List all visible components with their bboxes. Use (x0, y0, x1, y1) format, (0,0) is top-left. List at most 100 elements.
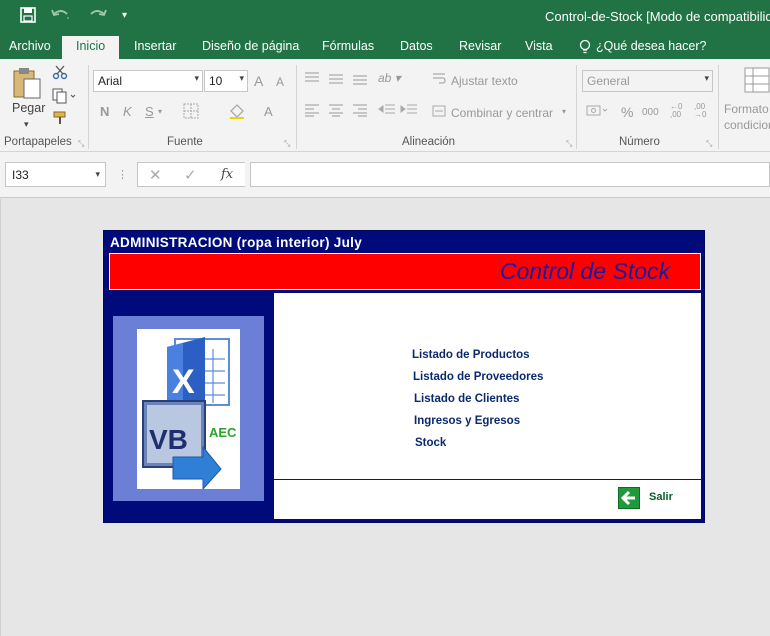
menu-item-listado-productos[interactable]: Listado de Productos (412, 349, 530, 361)
underline-dropdown-icon[interactable]: ▾ (158, 107, 162, 116)
percent-button[interactable]: % (621, 104, 633, 120)
increase-indent-icon[interactable] (400, 103, 418, 120)
align-center-icon[interactable] (328, 103, 344, 120)
name-box[interactable]: I33 ▾ (5, 162, 106, 187)
name-box-value: I33 (12, 168, 29, 182)
menu-item-stock[interactable]: Stock (415, 437, 446, 449)
ribbon-tab-bar: Archivo Inicio Insertar Diseño de página… (0, 33, 770, 59)
redo-icon[interactable] (86, 6, 108, 30)
tab-insertar[interactable]: Insertar (134, 39, 176, 53)
separator (296, 65, 297, 149)
paste-dropdown-icon[interactable]: ▾ (24, 119, 29, 130)
bottom-align-icon[interactable] (352, 71, 368, 88)
customize-qat-icon[interactable]: ▾ (122, 6, 127, 26)
orientation-icon[interactable]: ab ▾ (378, 71, 401, 85)
lightbulb-icon (578, 39, 592, 58)
formula-input[interactable] (250, 162, 770, 187)
decrease-indent-icon[interactable] (378, 103, 396, 120)
font-launcher-icon[interactable]: ⤡ (284, 139, 290, 149)
top-align-icon[interactable] (304, 71, 320, 88)
tab-vista[interactable]: Vista (525, 39, 553, 53)
wrap-text-button[interactable]: Ajustar texto (451, 74, 518, 88)
increase-decimal-icon[interactable]: ←0,00 (670, 103, 682, 119)
window-title: Control-de-Stock [Modo de compatibilidad… (545, 9, 770, 24)
chevron-down-icon: ▾ (194, 73, 199, 83)
clipboard-launcher-icon[interactable]: ⤡ (78, 139, 84, 149)
logo-badge: AEC (209, 425, 237, 440)
tab-diseno-de-pagina[interactable]: Diseño de página (202, 39, 299, 53)
menu-panel: Listado de Productos Listado de Proveedo… (274, 293, 701, 519)
currency-icon[interactable] (586, 104, 610, 121)
excel-vba-logo: X VB AEC (137, 329, 240, 491)
conditional-format-icon[interactable] (744, 67, 770, 96)
borders-icon[interactable] (183, 103, 199, 122)
merge-center-icon[interactable] (432, 104, 446, 121)
ribbon-inicio: Pegar ▾ Portapapeles ⤡ Arial ▾ 10 ▾ A A … (0, 59, 770, 152)
copy-icon[interactable] (52, 88, 76, 107)
more-options-icon[interactable]: ⋮ (117, 168, 128, 181)
paste-button-label[interactable]: Pegar (12, 101, 45, 115)
form-title: ADMINISTRACION (ropa interior) July (110, 235, 363, 250)
align-left-icon[interactable] (304, 103, 320, 120)
cancel-icon[interactable]: ✕ (149, 166, 162, 184)
alignment-launcher-icon[interactable]: ⤡ (566, 139, 572, 149)
exit-label: Salir (649, 491, 673, 503)
menu-item-ingresos-egresos[interactable]: Ingresos y Egresos (414, 415, 520, 427)
fill-color-icon[interactable] (228, 103, 246, 122)
banner: Control de Stock (109, 253, 701, 290)
cut-icon[interactable] (52, 64, 68, 83)
logo-frame: X VB AEC (113, 316, 264, 501)
insert-function-button[interactable]: fx (221, 167, 233, 182)
middle-align-icon[interactable] (328, 71, 344, 88)
font-color-button[interactable]: A (264, 104, 273, 119)
save-icon[interactable] (19, 6, 37, 30)
enter-icon[interactable]: ✓ (184, 166, 197, 184)
tell-me-search[interactable]: ¿Qué desea hacer? (596, 39, 707, 53)
font-name-select[interactable]: Arial ▾ (93, 70, 203, 92)
tab-archivo[interactable]: Archivo (9, 39, 51, 53)
logo-x: X (172, 363, 195, 401)
group-label-number: Número (619, 136, 660, 148)
tab-datos[interactable]: Datos (400, 39, 433, 53)
formula-bar: I33 ▾ ⋮ ✕ ✓ fx (0, 152, 770, 198)
group-label-alignment: Alineación (402, 136, 456, 148)
group-label-font: Fuente (167, 136, 203, 148)
menu-item-listado-clientes[interactable]: Listado de Clientes (414, 393, 519, 405)
logo-vb: VB (149, 424, 188, 455)
separator (88, 65, 89, 149)
undo-icon[interactable] (50, 6, 72, 30)
divider (274, 479, 701, 480)
chevron-down-icon: ▾ (704, 73, 709, 83)
tab-revisar[interactable]: Revisar (459, 39, 501, 53)
decrease-decimal-icon[interactable]: ,00 →0 (694, 103, 706, 119)
exit-arrow-icon (618, 487, 640, 509)
number-format-select[interactable]: General ▾ (582, 70, 713, 92)
number-format-value: General (587, 74, 630, 88)
thousands-button[interactable]: 000 (642, 107, 659, 118)
group-label-clipboard: Portapapeles (4, 136, 72, 148)
font-size-select[interactable]: 10 ▾ (204, 70, 248, 92)
grow-font-button[interactable]: A (254, 73, 263, 89)
font-name-value: Arial (98, 74, 123, 88)
menu-item-listado-proveedores[interactable]: Listado de Proveedores (413, 371, 543, 383)
paste-icon[interactable] (10, 65, 46, 103)
tab-inicio[interactable]: Inicio (62, 36, 120, 59)
title-bar: ▾ Control-de-Stock [Modo de compatibilid… (0, 0, 770, 33)
merge-dropdown-icon[interactable]: ▾ (562, 107, 566, 116)
shrink-font-button[interactable]: A (276, 75, 284, 89)
merge-center-button[interactable]: Combinar y centrar (451, 106, 553, 120)
italic-button[interactable]: K (123, 104, 132, 119)
exit-button[interactable]: Salir (616, 486, 690, 510)
separator (718, 65, 719, 149)
bold-button[interactable]: N (100, 104, 109, 119)
underline-button[interactable]: S (145, 104, 154, 119)
format-painter-icon[interactable] (52, 110, 68, 129)
stock-control-form: ADMINISTRACION (ropa interior) July Cont… (103, 230, 705, 523)
conditional-format-button[interactable]: Formato condicional (724, 101, 770, 133)
tab-formulas[interactable]: Fórmulas (322, 39, 374, 53)
chevron-down-icon: ▾ (239, 73, 244, 83)
wrap-text-icon[interactable] (432, 72, 446, 89)
align-right-icon[interactable] (352, 103, 368, 120)
separator (576, 65, 577, 149)
number-launcher-icon[interactable]: ⤡ (706, 139, 712, 149)
